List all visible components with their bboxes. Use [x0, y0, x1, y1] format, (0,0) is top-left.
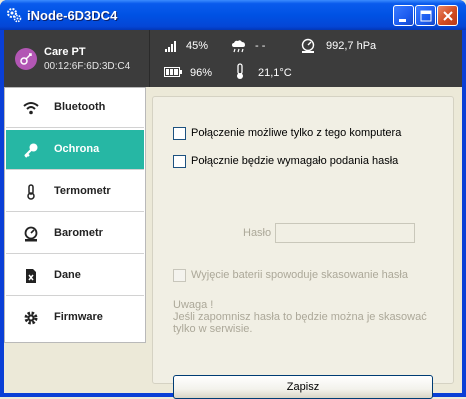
window-title: iNode-6D3DC4	[27, 8, 118, 23]
device-name: Care PT	[44, 46, 86, 58]
save-button[interactable]: Zapisz	[173, 375, 433, 399]
maximize-button[interactable]	[415, 5, 436, 26]
device-mac: 00:12:6F:6D:3D:C4	[44, 61, 131, 72]
minimize-button[interactable]	[393, 5, 414, 26]
sidebar-item-termometr[interactable]: Termometr	[6, 172, 144, 212]
require-password-checkbox[interactable]	[173, 155, 186, 168]
device-icon	[15, 48, 37, 70]
maximize-icon	[420, 10, 432, 22]
close-icon	[443, 11, 453, 21]
device-header: Care PT 00:12:6F:6D:3D:C4 45% - - 992,7 …	[4, 30, 462, 87]
key-icon	[24, 143, 38, 158]
warning-note: Uwaga ! Jeśli zapomnisz hasła to będzie …	[173, 299, 427, 335]
temperature-value: 21,1°C	[258, 67, 292, 79]
header-divider	[149, 30, 150, 87]
close-button[interactable]	[437, 5, 458, 26]
rain-cloud-icon	[232, 40, 245, 53]
warning-line-2: tylko w serwisie.	[173, 323, 253, 335]
app-window: iNode-6D3DC4 Care PT 00:12:6F:6D:3D:C4 4…	[0, 0, 466, 399]
minimize-icon	[399, 19, 406, 22]
thermometer-icon	[27, 184, 35, 200]
sidebar-item-label: Ochrona	[54, 143, 100, 155]
sidebar-item-bluetooth[interactable]: Bluetooth	[6, 88, 144, 128]
pressure-gauge-icon	[301, 38, 315, 53]
battery-reset-label: Wyjęcie baterii spowoduje skasowanie has…	[191, 269, 408, 281]
battery-icon	[164, 67, 182, 77]
rain-value: - -	[255, 40, 266, 52]
signal-icon	[165, 41, 176, 52]
sidebar-item-label: Termometr	[54, 185, 111, 197]
battery-reset-checkbox[interactable]	[173, 269, 186, 282]
app-gears-icon	[7, 8, 22, 23]
warning-line-1: Jeśli zapomnisz hasła to będzie można je…	[173, 311, 427, 323]
pressure-value: 992,7 hPa	[326, 40, 377, 52]
sidebar-item-label: Barometr	[54, 227, 103, 239]
warning-title: Uwaga !	[173, 299, 214, 311]
thermometer-icon	[237, 63, 243, 79]
computer-only-label: Połączenie możliwe tylko z tego komputer…	[191, 127, 402, 139]
sidebar-item-label: Firmware	[54, 311, 103, 323]
password-field[interactable]	[275, 223, 415, 243]
require-password-label: Połącznie będzie wymagało podania hasła	[191, 155, 399, 167]
sidebar-item-label: Bluetooth	[54, 101, 106, 113]
sidebar-item-label: Dane	[54, 269, 81, 281]
sidebar-item-firmware[interactable]: Firmware	[6, 298, 144, 338]
sidebar-nav: Bluetooth Ochrona Termometr Barometr Dan…	[4, 87, 146, 343]
wifi-icon	[23, 102, 39, 115]
battery-value: 96%	[190, 67, 213, 79]
sidebar-item-barometr[interactable]: Barometr	[6, 214, 144, 254]
window-client: Care PT 00:12:6F:6D:3D:C4 45% - - 992,7 …	[4, 30, 462, 399]
barometer-icon	[24, 226, 38, 242]
sidebar-item-ochrona[interactable]: Ochrona	[6, 130, 144, 170]
signal-value: 45%	[186, 40, 209, 52]
title-bar[interactable]: iNode-6D3DC4	[0, 0, 466, 30]
sidebar-item-dane[interactable]: Dane	[6, 256, 144, 296]
protection-panel: Połączenie możliwe tylko z tego komputer…	[152, 96, 454, 399]
gear-icon	[24, 311, 38, 325]
password-label: Hasło	[243, 227, 272, 239]
computer-only-checkbox[interactable]	[173, 127, 186, 140]
data-file-icon	[26, 269, 36, 283]
